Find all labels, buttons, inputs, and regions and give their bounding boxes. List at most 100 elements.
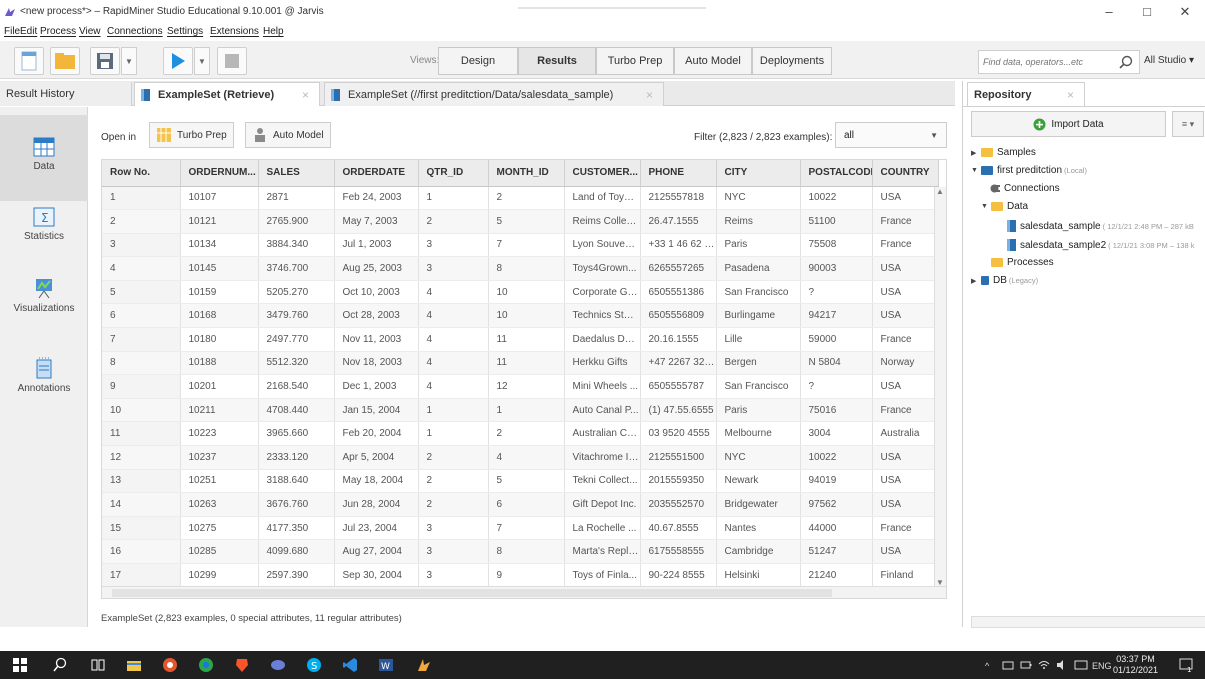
table-cell[interactable]: 6175558555 xyxy=(640,539,717,564)
table-cell[interactable]: 10223 xyxy=(180,421,259,447)
view-auto-model-button[interactable]: Auto Model xyxy=(674,47,752,75)
menu-help[interactable]: Help xyxy=(263,26,284,37)
table-cell[interactable]: Lille xyxy=(716,327,801,352)
table-cell[interactable]: 3 xyxy=(418,516,489,541)
table-cell[interactable]: 12 xyxy=(488,374,565,399)
table-cell[interactable]: 6505555787 xyxy=(640,374,717,399)
table-cell[interactable]: 4 xyxy=(102,256,181,281)
run-process-button[interactable] xyxy=(163,47,193,75)
network-icon[interactable] xyxy=(1002,659,1014,671)
table-cell[interactable]: 1 xyxy=(418,186,489,211)
table-row[interactable]: 15 10275 4177.350 Jul 23, 2004 3 7 La Rochelle… xyxy=(102,516,939,541)
repository-scrollbar[interactable] xyxy=(971,616,1205,628)
skype-icon[interactable]: S xyxy=(306,657,322,673)
table-cell[interactable]: 4099.680 xyxy=(258,539,335,564)
table-cell[interactable]: 2035552570 xyxy=(640,492,717,517)
table-cell[interactable]: 2125551500 xyxy=(640,445,717,470)
table-cell[interactable]: 10275 xyxy=(180,516,259,541)
table-cell[interactable]: France xyxy=(872,233,939,258)
table-cell[interactable]: 4 xyxy=(418,327,489,352)
table-cell[interactable]: Jun 28, 2004 xyxy=(334,492,419,517)
scroll-thumb[interactable] xyxy=(112,589,832,597)
table-cell[interactable]: Corporate Gif... xyxy=(564,280,641,305)
battery-icon[interactable] xyxy=(1020,659,1032,671)
table-cell[interactable]: Mini Wheels ... xyxy=(564,374,641,399)
table-cell[interactable]: Pasadena xyxy=(716,256,801,281)
menu-connections[interactable]: Connections xyxy=(107,26,163,37)
table-row[interactable]: 11 10223 3965.660 Feb 20, 2004 1 2 Australian … xyxy=(102,421,939,447)
notification-icon[interactable]: 1 xyxy=(1178,657,1194,673)
table-cell[interactable]: 10 xyxy=(488,303,565,329)
table-cell[interactable]: 10 xyxy=(488,280,565,305)
table-cell[interactable]: Tekni Collect... xyxy=(564,469,641,494)
table-cell[interactable]: 7 xyxy=(488,516,565,541)
table-cell[interactable]: 5 xyxy=(488,209,565,234)
table-cell[interactable]: 3965.660 xyxy=(258,421,335,447)
table-cell[interactable]: 14 xyxy=(102,492,181,517)
keyboard-icon[interactable] xyxy=(1074,659,1088,671)
table-row[interactable]: 17 10299 2597.390 Sep 30, 2004 3 9 Toys of Fin… xyxy=(102,563,939,588)
table-cell[interactable]: 15 xyxy=(102,516,181,541)
table-cell[interactable]: Melbourne xyxy=(716,421,801,447)
table-cell[interactable]: NYC xyxy=(716,445,801,470)
search-icon[interactable] xyxy=(52,657,68,673)
volume-icon[interactable] xyxy=(1056,659,1068,671)
table-cell[interactable]: 2765.900 xyxy=(258,209,335,234)
menu-edit[interactable]: Edit xyxy=(20,26,37,37)
expand-arrow-icon[interactable]: ▶ xyxy=(971,277,981,285)
table-cell[interactable]: 10022 xyxy=(800,186,873,211)
table-cell[interactable]: Gift Depot Inc. xyxy=(564,492,641,517)
table-cell[interactable]: 10180 xyxy=(180,327,259,352)
table-cell[interactable]: Australian Co... xyxy=(564,421,641,447)
table-cell[interactable]: 75016 xyxy=(800,398,873,423)
table-cell[interactable]: France xyxy=(872,209,939,234)
table-cell[interactable]: 3884.340 xyxy=(258,233,335,258)
table-cell[interactable]: 10134 xyxy=(180,233,259,258)
table-cell[interactable]: Nov 11, 2003 xyxy=(334,327,419,352)
table-cell[interactable]: 10168 xyxy=(180,303,259,329)
table-row[interactable]: 3 10134 3884.340 Jul 1, 2003 3 7 Lyon Souveni.… xyxy=(102,233,939,258)
wifi-icon[interactable] xyxy=(1038,659,1050,671)
table-row[interactable]: 14 10263 3676.760 Jun 28, 2004 2 6 Gift Depot … xyxy=(102,492,939,517)
run-options-dropdown[interactable]: ▼ xyxy=(194,47,210,75)
view-turbo-prep-button[interactable]: Turbo Prep xyxy=(596,47,674,75)
table-cell[interactable]: Burlingame xyxy=(716,303,801,329)
open-in-turbo-prep-button[interactable]: Turbo Prep xyxy=(149,122,234,148)
table-row[interactable]: 4 10145 3746.700 Aug 25, 2003 3 8 Toys4Grown..… xyxy=(102,256,939,281)
table-cell[interactable]: 59000 xyxy=(800,327,873,352)
table-cell[interactable]: 4 xyxy=(418,374,489,399)
app-icon[interactable] xyxy=(270,657,286,673)
column-header[interactable]: PHONE xyxy=(640,160,717,187)
table-cell[interactable]: 2 xyxy=(418,469,489,494)
table-row[interactable]: 1 10107 2871 Feb 24, 2003 1 2 Land of Toys ...… xyxy=(102,186,939,211)
table-cell[interactable]: Reims xyxy=(716,209,801,234)
table-cell[interactable]: N 5804 xyxy=(800,351,873,376)
table-cell[interactable]: 2 xyxy=(102,209,181,234)
table-cell[interactable]: 10237 xyxy=(180,445,259,470)
table-cell[interactable]: May 7, 2003 xyxy=(334,209,419,234)
collapse-arrow-icon[interactable]: ▼ xyxy=(981,203,991,210)
table-cell[interactable]: Herkku Gifts xyxy=(564,351,641,376)
table-cell[interactable]: Norway xyxy=(872,351,939,376)
table-cell[interactable]: ? xyxy=(800,280,873,305)
scroll-up-icon[interactable]: ▲ xyxy=(936,187,944,196)
table-cell[interactable]: 2 xyxy=(488,186,565,211)
table-cell[interactable]: NYC xyxy=(716,186,801,211)
close-tab-icon[interactable]: × xyxy=(302,88,309,102)
vscode-icon[interactable] xyxy=(342,657,358,673)
table-cell[interactable]: Marta's Repli... xyxy=(564,539,641,564)
table-cell[interactable]: 3 xyxy=(418,233,489,258)
table-cell[interactable]: 97562 xyxy=(800,492,873,517)
table-cell[interactable]: USA xyxy=(872,445,939,470)
table-cell[interactable]: 4 xyxy=(418,280,489,305)
table-cell[interactable]: Toys of Finla... xyxy=(564,563,641,588)
maximize-button[interactable]: □ xyxy=(1132,4,1162,20)
table-cell[interactable]: 13 xyxy=(102,469,181,494)
column-header[interactable]: CITY xyxy=(716,160,801,187)
table-cell[interactable]: Newark xyxy=(716,469,801,494)
filter-dropdown[interactable]: all ▼ xyxy=(835,122,947,148)
table-cell[interactable]: (1) 47.55.6555 xyxy=(640,398,717,423)
table-row[interactable]: 7 10180 2497.770 Nov 11, 2003 4 11 Daedalus De… xyxy=(102,327,939,352)
table-cell[interactable]: USA xyxy=(872,256,939,281)
stop-process-button[interactable] xyxy=(217,47,247,75)
